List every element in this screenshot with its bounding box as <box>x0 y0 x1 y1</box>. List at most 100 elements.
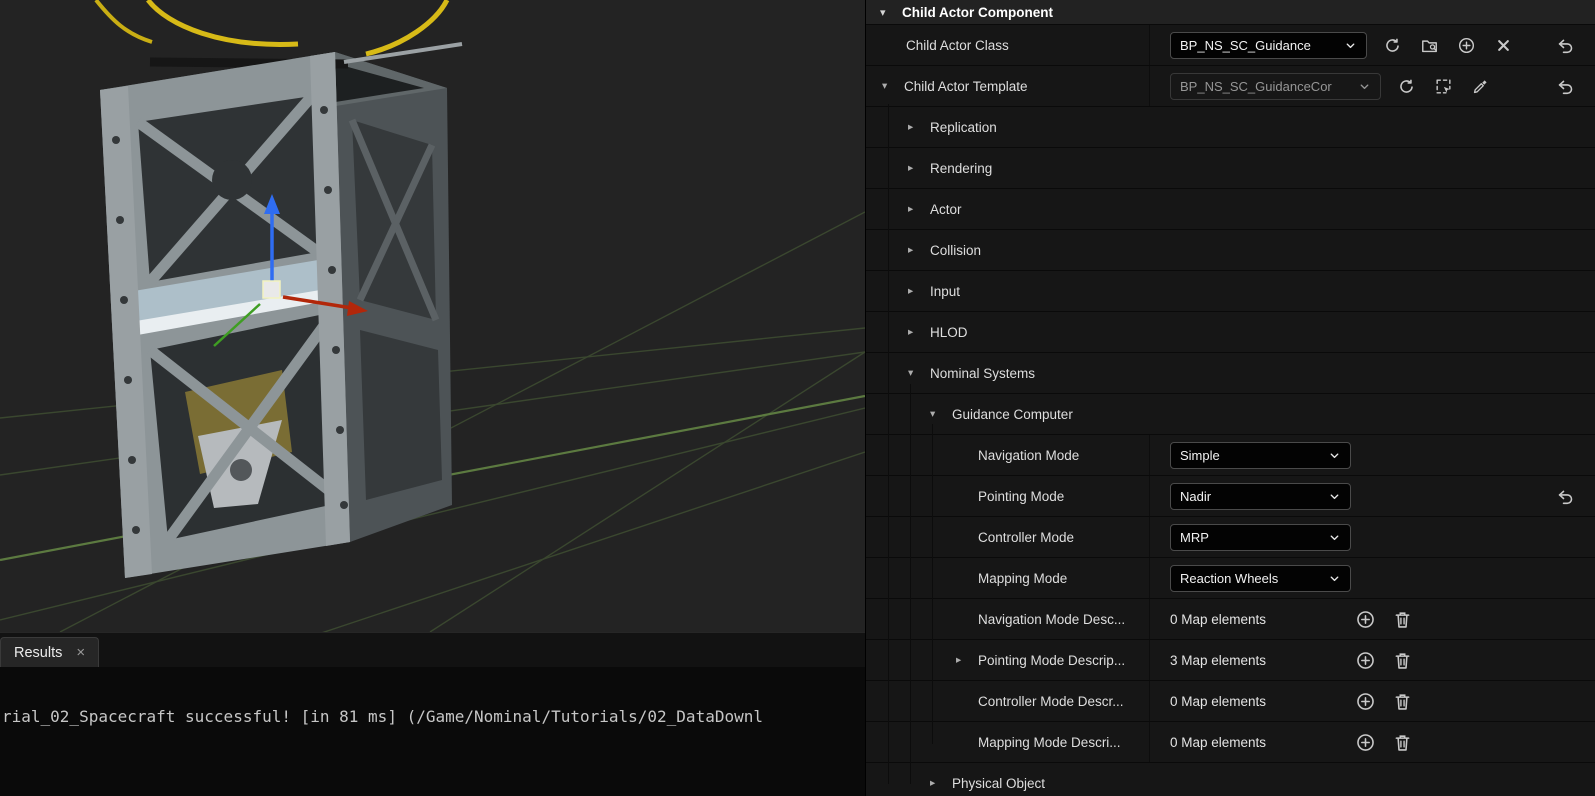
chevron-down-icon <box>1328 449 1341 462</box>
category-row-hlod[interactable]: ▸ HLOD <box>866 312 1595 353</box>
use-selected-asset-icon[interactable] <box>1380 33 1404 57</box>
category-label: Nominal Systems <box>930 366 1035 381</box>
category-label: HLOD <box>930 325 968 340</box>
category-row-nominal-systems[interactable]: ▾ Nominal Systems <box>866 353 1595 394</box>
add-map-element-icon[interactable] <box>1353 607 1377 631</box>
expand-arrow-icon[interactable]: ▸ <box>908 244 930 256</box>
property-label: Mapping Mode Descri... <box>978 735 1121 750</box>
category-label: Rendering <box>930 161 992 176</box>
chevron-down-icon <box>1358 80 1371 93</box>
child-actor-class-row: Child Actor Class BP_NS_SC_Guidance <box>866 25 1595 66</box>
results-tab[interactable]: Results × <box>0 637 99 667</box>
output-log-panel: Results × rial_02_Spacecraft successful!… <box>0 632 865 796</box>
browse-to-asset-icon[interactable] <box>1417 33 1441 57</box>
pointing-mode-descriptions-row: ▸ Pointing Mode Descrip... 3 Map element… <box>866 640 1595 681</box>
category-row-actor[interactable]: ▸ Actor <box>866 189 1595 230</box>
expand-arrow-icon[interactable]: ▸ <box>908 162 930 174</box>
chevron-down-icon <box>1328 490 1341 503</box>
expand-arrow-icon[interactable]: ▸ <box>956 654 978 666</box>
dropdown-value: Simple <box>1180 448 1220 463</box>
dropdown-value: Reaction Wheels <box>1180 571 1278 586</box>
add-map-element-icon[interactable] <box>1353 689 1377 713</box>
property-label: Child Actor Template <box>904 79 1028 94</box>
navigation-mode-dropdown[interactable]: Simple <box>1170 442 1351 469</box>
chevron-down-icon <box>1344 39 1357 52</box>
chevron-expanded-icon[interactable]: ▾ <box>908 367 930 379</box>
property-label: Controller Mode <box>978 530 1074 545</box>
pointing-mode-dropdown[interactable]: Nadir <box>1170 483 1351 510</box>
chevron-down-icon <box>1328 531 1341 544</box>
log-output-area[interactable]: rial_02_Spacecraft successful! [in 81 ms… <box>0 667 865 796</box>
mapping-mode-dropdown[interactable]: Reaction Wheels <box>1170 565 1351 592</box>
clear-asset-icon[interactable] <box>1491 33 1515 57</box>
log-message: rial_02_Spacecraft successful! [in 81 ms… <box>0 667 865 726</box>
category-label: Actor <box>930 202 962 217</box>
close-tab-icon[interactable]: × <box>76 644 85 661</box>
viewport-3d-scene[interactable] <box>0 0 865 632</box>
delete-map-elements-icon[interactable] <box>1390 730 1414 754</box>
navigation-mode-row: Navigation Mode Simple <box>866 435 1595 476</box>
property-label: Pointing Mode Descrip... <box>978 653 1125 668</box>
details-panel: ▾ Child Actor Component Child Actor Clas… <box>865 0 1595 796</box>
property-label: Navigation Mode <box>978 448 1079 463</box>
gizmo-origin-handle <box>263 281 280 298</box>
results-tab-label: Results <box>14 645 62 661</box>
expand-arrow-icon[interactable]: ▸ <box>908 285 930 297</box>
add-asset-icon[interactable] <box>1454 33 1478 57</box>
reset-to-default-icon[interactable] <box>1553 484 1577 508</box>
map-elements-count: 0 Map elements <box>1170 612 1340 627</box>
expand-arrow-icon[interactable]: ▸ <box>930 777 952 789</box>
dropdown-value: BP_NS_SC_GuidanceCor <box>1180 79 1332 94</box>
category-label: Input <box>930 284 960 299</box>
controller-mode-row: Controller Mode MRP <box>866 517 1595 558</box>
component-category-header[interactable]: ▾ Child Actor Component <box>866 0 1595 25</box>
controller-mode-dropdown[interactable]: MRP <box>1170 524 1351 551</box>
level-viewport[interactable] <box>0 0 865 632</box>
select-object-icon[interactable] <box>1431 74 1455 98</box>
reset-to-default-icon[interactable] <box>1553 74 1577 98</box>
category-label: Replication <box>930 120 997 135</box>
delete-map-elements-icon[interactable] <box>1390 648 1414 672</box>
category-row-collision[interactable]: ▸ Collision <box>866 230 1595 271</box>
log-tab-bar: Results × <box>0 632 865 667</box>
child-actor-class-dropdown[interactable]: BP_NS_SC_Guidance <box>1170 32 1367 59</box>
category-row-replication[interactable]: ▸ Replication <box>866 107 1595 148</box>
reset-to-default-icon[interactable] <box>1553 33 1577 57</box>
eyedropper-icon[interactable] <box>1468 74 1492 98</box>
dropdown-value: BP_NS_SC_Guidance <box>1180 38 1311 53</box>
category-label: Collision <box>930 243 981 258</box>
category-label: Physical Object <box>952 776 1045 791</box>
navigation-mode-descriptions-row: Navigation Mode Desc... 0 Map elements <box>866 599 1595 640</box>
dropdown-value: Nadir <box>1180 489 1211 504</box>
child-actor-template-dropdown[interactable]: BP_NS_SC_GuidanceCor <box>1170 73 1381 100</box>
chevron-expanded-icon[interactable]: ▾ <box>930 408 952 420</box>
property-label: Controller Mode Descr... <box>978 694 1124 709</box>
add-map-element-icon[interactable] <box>1353 648 1377 672</box>
unreal-editor-window: Results × rial_02_Spacecraft successful!… <box>0 0 1595 796</box>
expand-arrow-icon[interactable]: ▸ <box>908 326 930 338</box>
map-elements-count: 0 Map elements <box>1170 735 1340 750</box>
delete-map-elements-icon[interactable] <box>1390 607 1414 631</box>
component-header-label: Child Actor Component <box>902 5 1053 20</box>
pointing-mode-row: Pointing Mode Nadir <box>866 476 1595 517</box>
chevron-expanded-icon[interactable]: ▾ <box>880 6 902 19</box>
expand-arrow-icon[interactable]: ▸ <box>908 203 930 215</box>
category-row-guidance-computer[interactable]: ▾ Guidance Computer <box>866 394 1595 435</box>
mapping-mode-descriptions-row: Mapping Mode Descri... 0 Map elements <box>866 722 1595 763</box>
category-row-physical-object[interactable]: ▸ Physical Object <box>866 763 1595 796</box>
mapping-mode-row: Mapping Mode Reaction Wheels <box>866 558 1595 599</box>
chevron-expanded-icon[interactable]: ▾ <box>882 80 904 92</box>
property-label: Pointing Mode <box>978 489 1064 504</box>
map-elements-count: 0 Map elements <box>1170 694 1340 709</box>
add-map-element-icon[interactable] <box>1353 730 1377 754</box>
property-label: Mapping Mode <box>978 571 1067 586</box>
delete-map-elements-icon[interactable] <box>1390 689 1414 713</box>
category-row-input[interactable]: ▸ Input <box>866 271 1595 312</box>
dropdown-value: MRP <box>1180 530 1209 545</box>
map-elements-count: 3 Map elements <box>1170 653 1340 668</box>
expand-arrow-icon[interactable]: ▸ <box>908 121 930 133</box>
use-selected-asset-icon[interactable] <box>1394 74 1418 98</box>
category-row-rendering[interactable]: ▸ Rendering <box>866 148 1595 189</box>
child-actor-template-row: ▾ Child Actor Template BP_NS_SC_Guidance… <box>866 66 1595 107</box>
category-label: Guidance Computer <box>952 407 1073 422</box>
